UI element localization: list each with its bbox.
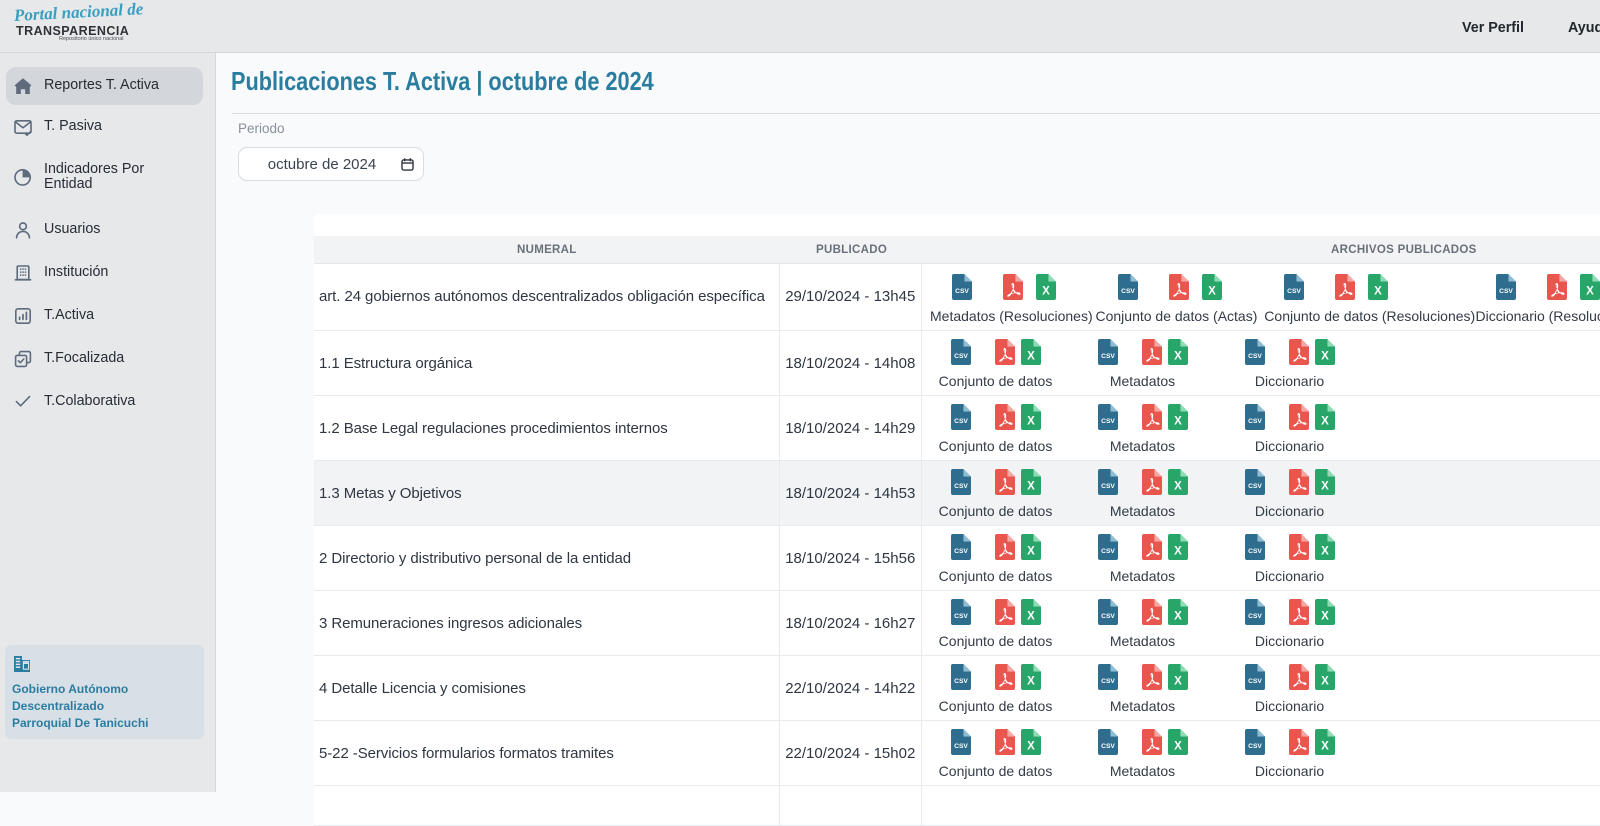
svg-text:CSV: CSV bbox=[1121, 288, 1135, 295]
svg-text:X: X bbox=[1027, 741, 1035, 753]
svg-text:CSV: CSV bbox=[1101, 678, 1115, 685]
svg-text:CSV: CSV bbox=[1101, 418, 1115, 425]
svg-text:CSV: CSV bbox=[1248, 678, 1262, 685]
svg-text:X: X bbox=[1586, 286, 1594, 298]
svg-text:CSV: CSV bbox=[954, 613, 968, 620]
svg-text:X: X bbox=[1027, 351, 1035, 363]
svg-text:X: X bbox=[1027, 546, 1035, 558]
svg-text:X: X bbox=[1321, 481, 1329, 493]
svg-text:CSV: CSV bbox=[954, 483, 968, 490]
svg-text:CSV: CSV bbox=[954, 548, 968, 555]
svg-text:X: X bbox=[1174, 611, 1182, 623]
svg-text:CSV: CSV bbox=[1248, 353, 1262, 360]
svg-text:X: X bbox=[1374, 286, 1382, 298]
svg-text:CSV: CSV bbox=[1248, 483, 1262, 490]
svg-text:X: X bbox=[1321, 546, 1329, 558]
svg-text:X: X bbox=[1321, 351, 1329, 363]
svg-text:X: X bbox=[1174, 416, 1182, 428]
svg-text:CSV: CSV bbox=[1248, 548, 1262, 555]
svg-text:CSV: CSV bbox=[1101, 483, 1115, 490]
svg-text:CSV: CSV bbox=[1101, 613, 1115, 620]
svg-text:CSV: CSV bbox=[1499, 288, 1513, 295]
svg-text:X: X bbox=[1174, 676, 1182, 688]
svg-text:CSV: CSV bbox=[954, 743, 968, 750]
svg-text:CSV: CSV bbox=[955, 288, 969, 295]
svg-text:X: X bbox=[1208, 286, 1216, 298]
svg-text:X: X bbox=[1321, 676, 1329, 688]
svg-text:X: X bbox=[1027, 611, 1035, 623]
svg-text:CSV: CSV bbox=[954, 353, 968, 360]
svg-text:X: X bbox=[1321, 741, 1329, 753]
svg-text:CSV: CSV bbox=[954, 418, 968, 425]
svg-text:CSV: CSV bbox=[1101, 353, 1115, 360]
svg-text:X: X bbox=[1321, 416, 1329, 428]
svg-text:X: X bbox=[1027, 481, 1035, 493]
svg-text:X: X bbox=[1027, 676, 1035, 688]
svg-text:CSV: CSV bbox=[1287, 288, 1301, 295]
svg-text:X: X bbox=[1174, 546, 1182, 558]
svg-text:CSV: CSV bbox=[1248, 743, 1262, 750]
svg-text:X: X bbox=[1321, 611, 1329, 623]
svg-text:X: X bbox=[1027, 416, 1035, 428]
svg-text:X: X bbox=[1042, 286, 1050, 298]
svg-text:X: X bbox=[1174, 351, 1182, 363]
svg-text:CSV: CSV bbox=[1101, 743, 1115, 750]
svg-text:CSV: CSV bbox=[1248, 418, 1262, 425]
svg-text:X: X bbox=[1174, 481, 1182, 493]
svg-text:CSV: CSV bbox=[1248, 613, 1262, 620]
svg-text:X: X bbox=[1174, 741, 1182, 753]
svg-text:CSV: CSV bbox=[954, 678, 968, 685]
svg-text:CSV: CSV bbox=[1101, 548, 1115, 555]
